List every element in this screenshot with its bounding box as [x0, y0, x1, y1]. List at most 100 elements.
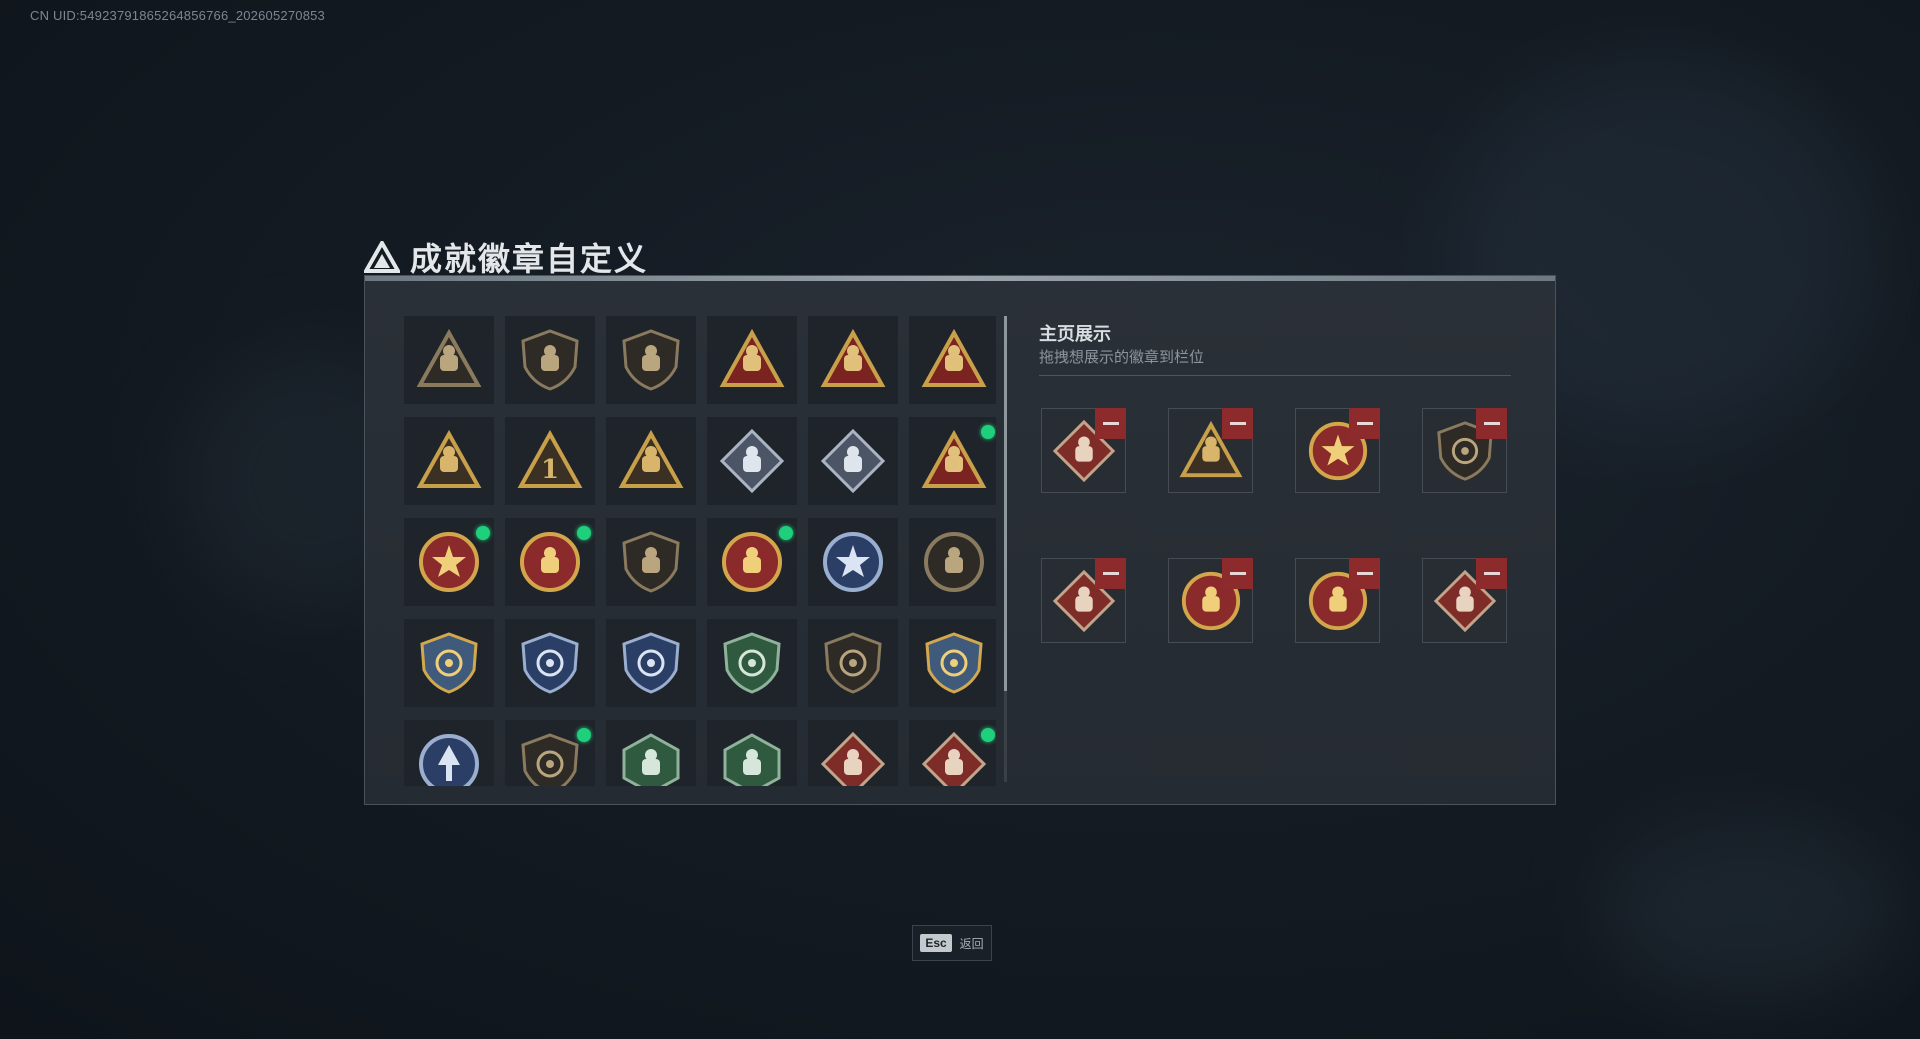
- minus-icon: [1229, 422, 1246, 425]
- badge-cell[interactable]: [808, 316, 898, 404]
- new-indicator-dot: [476, 526, 490, 540]
- crosshair-gold-shield-icon: [921, 630, 987, 696]
- crosshair-dark-shield-icon: [820, 630, 886, 696]
- badge-cell[interactable]: [909, 720, 996, 786]
- minus-icon: [1229, 572, 1246, 575]
- remove-badge-button[interactable]: [1095, 558, 1126, 589]
- badge-cell[interactable]: [404, 316, 494, 404]
- badge-cell[interactable]: [909, 619, 996, 707]
- showcase-slot[interactable]: [1295, 558, 1380, 643]
- badge-cell[interactable]: 1: [505, 417, 595, 505]
- crosshair-blue-shield-icon: [618, 630, 684, 696]
- rocket-launcher-triangle-icon: [820, 327, 886, 393]
- badge-grid-scrollbar[interactable]: [1004, 316, 1007, 782]
- remove-badge-button[interactable]: [1349, 558, 1380, 589]
- trophy-triangle-icon: [921, 327, 987, 393]
- badge-cell[interactable]: [606, 720, 696, 786]
- new-indicator-dot: [577, 526, 591, 540]
- crosshair-gold-shield-icon: [416, 630, 482, 696]
- badge-cell[interactable]: [404, 720, 494, 786]
- badge-cell[interactable]: [909, 417, 996, 505]
- badge-cell[interactable]: [808, 417, 898, 505]
- helmet-medal-icon: [921, 529, 987, 595]
- minus-icon: [1356, 422, 1373, 425]
- remove-badge-button[interactable]: [1095, 408, 1126, 439]
- page-title: 成就徽章自定义: [410, 241, 649, 277]
- rose-diamond-icon: [719, 428, 785, 494]
- badge-cell[interactable]: [909, 518, 996, 606]
- remove-badge-button[interactable]: [1349, 408, 1380, 439]
- crosshair-blue-shield-icon: [517, 630, 583, 696]
- badge-cell[interactable]: [808, 720, 898, 786]
- showcase-slot[interactable]: [1041, 558, 1126, 643]
- showcase-subtitle: 拖拽想展示的徽章到栏位: [1039, 349, 1205, 366]
- hand-sign-triangle-icon: [719, 327, 785, 393]
- badge-cell[interactable]: [707, 417, 797, 505]
- back-button[interactable]: Esc 返回: [912, 925, 992, 961]
- badge-cell[interactable]: [505, 720, 595, 786]
- dark-shield-triangle-icon: [416, 327, 482, 393]
- runner-triangle-icon: [921, 428, 987, 494]
- soldier-triangle-icon: [618, 428, 684, 494]
- badge-cell[interactable]: [707, 518, 797, 606]
- badge-cell[interactable]: [606, 316, 696, 404]
- new-indicator-dot: [981, 728, 995, 742]
- badge-cell[interactable]: [505, 619, 595, 707]
- starburst-medal-icon: [820, 529, 886, 595]
- showcase-slot[interactable]: [1168, 408, 1253, 493]
- rifle-hexagon-icon: [618, 731, 684, 786]
- svg-text:1: 1: [541, 455, 559, 485]
- remove-badge-button[interactable]: [1222, 408, 1253, 439]
- bronze-shield-icon: [618, 529, 684, 595]
- dragon-diamond-icon: [820, 731, 886, 786]
- badge-cell[interactable]: [808, 518, 898, 606]
- minus-icon: [1483, 572, 1500, 575]
- showcase-slot[interactable]: [1422, 558, 1507, 643]
- lion-medal-icon: [719, 529, 785, 595]
- badge-cell[interactable]: [606, 619, 696, 707]
- badge-cell[interactable]: [404, 619, 494, 707]
- showcase-slot[interactable]: [1422, 408, 1507, 493]
- player-uid: CN UID:549237918652648567​66_20260527085…: [30, 8, 325, 23]
- remove-badge-button[interactable]: [1476, 408, 1507, 439]
- badge-cell[interactable]: [606, 518, 696, 606]
- crosshair-green-shield-icon: [719, 630, 785, 696]
- badge-cell[interactable]: [404, 417, 494, 505]
- badge-grid[interactable]: 1: [404, 316, 996, 786]
- badge-cell[interactable]: [909, 316, 996, 404]
- showcase-slot[interactable]: [1041, 408, 1126, 493]
- game-logo-icon: [364, 241, 400, 273]
- soldier-hexagon-icon: [719, 731, 785, 786]
- eagle-medal-icon: [517, 529, 583, 595]
- gun-diamond-icon: [820, 428, 886, 494]
- minus-icon: [1356, 572, 1373, 575]
- background-glow: [1600, 820, 1900, 1000]
- jet-shield-icon: [618, 327, 684, 393]
- back-label: 返回: [959, 936, 984, 951]
- badge-cell[interactable]: [505, 316, 595, 404]
- star-medal-icon: [416, 529, 482, 595]
- badge-cell[interactable]: [707, 619, 797, 707]
- minus-icon: [1483, 422, 1500, 425]
- badge-cell[interactable]: [707, 720, 797, 786]
- badge-cell[interactable]: [707, 316, 797, 404]
- remove-badge-button[interactable]: [1222, 558, 1253, 589]
- new-indicator-dot: [779, 526, 793, 540]
- new-indicator-dot: [577, 728, 591, 742]
- showcase-slot[interactable]: [1168, 558, 1253, 643]
- esc-key-hint: Esc: [920, 934, 952, 952]
- divider: [1039, 375, 1511, 376]
- scrollbar-thumb[interactable]: [1004, 316, 1007, 691]
- badge-cell[interactable]: [404, 518, 494, 606]
- showcase-slot[interactable]: [1295, 408, 1380, 493]
- panel-top-bar: [365, 276, 1555, 281]
- remove-badge-button[interactable]: [1476, 558, 1507, 589]
- number-one-triangle-icon: 1: [517, 428, 583, 494]
- showcase-title: 主页展示: [1039, 324, 1111, 344]
- badge-cell[interactable]: [606, 417, 696, 505]
- badge-customization-panel: 1 主页展示 拖拽想展示的徽章到栏位: [364, 275, 1556, 805]
- minus-icon: [1102, 572, 1119, 575]
- badge-cell[interactable]: [505, 518, 595, 606]
- badge-cell[interactable]: [808, 619, 898, 707]
- helicopter-shield-icon: [517, 327, 583, 393]
